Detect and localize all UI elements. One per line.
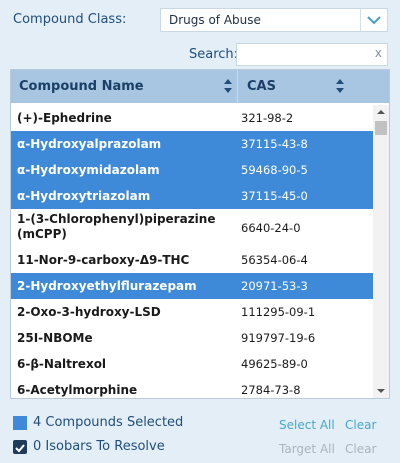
cas-cell: 37115-43-8 [241,137,308,151]
cas-cell: 2784-73-8 [241,383,301,397]
cas-cell: 49625-89-0 [241,357,308,371]
clear-target-link[interactable]: Clear [345,442,376,456]
cas-cell: 37115-45-0 [241,189,308,203]
compound-name-cell: 1-(3-Chlorophenyl)piperazine (mCPP) [17,212,216,241]
chevron-down-icon[interactable] [360,9,387,31]
compound-name-cell: α-Hydroxymidazolam [17,163,160,177]
check-icon [15,444,25,453]
compound-name-cell: α-Hydroxyalprazolam [17,137,162,151]
table-row[interactable]: 11-Nor-9-carboxy-Δ9-THC 56354-06-4 [11,247,373,273]
select-all-link[interactable]: Select All [279,418,335,432]
search-label: Search: [189,47,239,62]
table-row[interactable]: 6-Acetylmorphine 2784-73-8 [11,377,373,398]
compound-name-cell: α-Hydroxytriazolam [17,189,151,203]
cas-cell: 59468-90-5 [241,163,308,177]
compounds-selected-text: 4 Compounds Selected [33,415,184,430]
table-row[interactable]: 25I-NBOMe 919797-19-6 [11,325,373,351]
table-row[interactable]: 6-β-Naltrexol 49625-89-0 [11,351,373,377]
compound-class-label: Compound Class: [13,12,127,27]
table-row[interactable]: (+)-Ephedrine 321-98-2 [11,105,373,131]
table-header: Compound Name CAS [11,70,389,103]
compound-name-cell: 2-Oxo-3-hydroxy-LSD [17,305,161,319]
compound-name-cell: (+)-Ephedrine [17,111,112,125]
scroll-up-icon[interactable] [373,105,389,119]
search-input[interactable]: x [236,43,388,66]
cas-cell: 20971-53-3 [241,279,308,293]
table-row[interactable]: 2-Oxo-3-hydroxy-LSD 111295-09-1 [11,299,373,325]
compound-name-cell: 6-β-Naltrexol [17,357,107,371]
scroll-down-icon[interactable] [373,384,389,398]
target-all-link[interactable]: Target All [279,442,335,456]
table-row[interactable]: α-Hydroxymidazolam 59468-90-5 [11,157,373,183]
cas-cell: 56354-06-4 [241,253,308,267]
compound-name-cell: 6-Acetylmorphine [17,383,138,397]
compound-class-value: Drugs of Abuse [169,13,261,27]
vertical-scrollbar[interactable] [373,105,389,398]
cas-cell: 321-98-2 [241,111,294,125]
table-row[interactable]: α-Hydroxyalprazolam 37115-43-8 [11,131,373,157]
compound-name-cell: 11-Nor-9-carboxy-Δ9-THC [17,253,190,267]
compound-table: Compound Name CAS (+)-Ephedrine 321-98-2 α… [10,69,390,399]
clear-selection-link[interactable]: Clear [345,418,376,432]
table-row[interactable]: 1-(3-Chlorophenyl)piperazine (mCPP) 6640-… [11,209,373,247]
sort-arrows-icon[interactable] [223,78,233,94]
compound-name-cell: 25I-NBOMe [17,331,93,345]
table-row[interactable]: α-Hydroxytriazolam 37115-45-0 [11,183,373,209]
table-row[interactable]: 2-Hydroxyethylflurazepam 20971-53-3 [11,273,373,299]
cas-cell: 111295-09-1 [241,305,316,319]
column-header-compound-name[interactable]: Compound Name [19,70,144,103]
compound-name-cell: 2-Hydroxyethylflurazepam [17,279,197,293]
cas-cell: 6640-24-0 [241,221,301,235]
column-divider [237,70,238,103]
compound-class-select[interactable]: Drugs of Abuse [160,8,388,32]
cas-cell: 919797-19-6 [241,331,316,345]
scrollbar-thumb[interactable] [375,121,387,135]
selected-swatch [13,416,27,430]
sort-arrows-icon[interactable] [335,78,345,94]
table-body: (+)-Ephedrine 321-98-2 α-Hydroxyalprazolam… [11,105,373,398]
isobars-text: 0 Isobars To Resolve [33,439,165,454]
isobars-checkbox[interactable] [13,440,27,454]
close-icon[interactable]: x [375,46,382,60]
column-header-cas[interactable]: CAS [247,70,276,103]
